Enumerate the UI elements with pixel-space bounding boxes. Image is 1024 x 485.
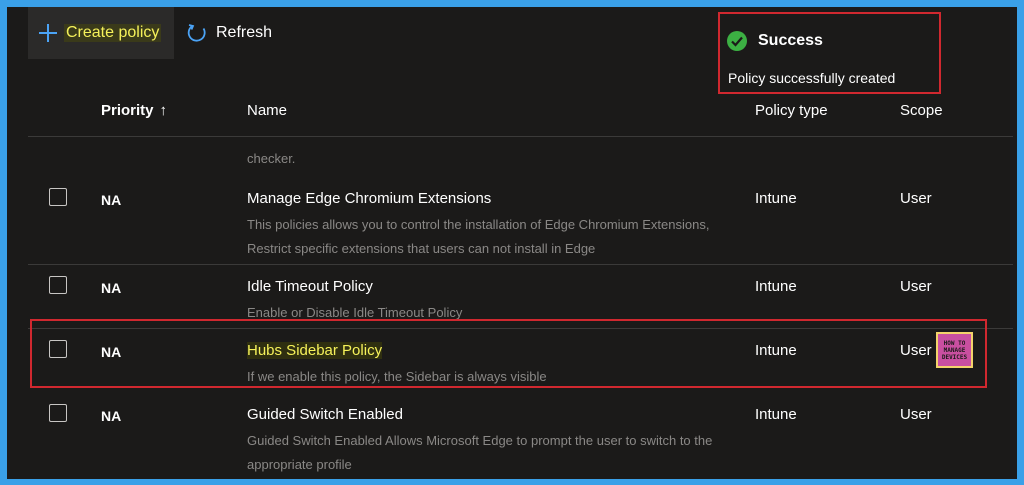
table-row[interactable]: NA Manage Edge Chromium Extensions This … xyxy=(28,177,1013,265)
row-name[interactable]: Manage Edge Chromium Extensions xyxy=(247,190,491,207)
plus-icon xyxy=(38,23,58,43)
toast-message: Policy successfully created xyxy=(728,70,896,86)
row-checkbox[interactable] xyxy=(49,276,67,294)
column-header-name[interactable]: Name xyxy=(247,102,287,119)
row-priority: NA xyxy=(101,192,122,208)
row-priority: NA xyxy=(101,408,122,424)
create-policy-button[interactable]: Create policy xyxy=(28,7,174,59)
logo-line: HOW TO xyxy=(943,339,966,347)
success-toast: Success Policy successfully created xyxy=(718,12,941,94)
logo-line: MANAGE xyxy=(943,346,966,354)
row-policy-type: Intune xyxy=(755,406,797,423)
column-header-policy-type[interactable]: Policy type xyxy=(755,102,828,119)
column-header-priority[interactable]: Priority ↑ xyxy=(101,102,167,119)
row-scope: User xyxy=(900,406,932,423)
row-priority: NA xyxy=(101,280,122,296)
table-header: Priority ↑ Name Policy type Scope xyxy=(28,87,1013,137)
row-name[interactable]: Idle Timeout Policy xyxy=(247,278,373,295)
row-description: This policies allows you to control the … xyxy=(247,217,710,256)
row-policy-type: Intune xyxy=(755,278,797,295)
row-scope: User xyxy=(900,190,932,207)
column-header-priority-label: Priority xyxy=(101,102,154,119)
refresh-label: Refresh xyxy=(216,24,273,41)
app-frame: Create policy Refresh Success Policy suc… xyxy=(7,7,1017,479)
toast-title: Success xyxy=(758,32,823,49)
truncated-description: checker. xyxy=(247,151,296,166)
row-policy-type: Intune xyxy=(755,190,797,207)
table-row[interactable]: NA Guided Switch Enabled Guided Switch E… xyxy=(28,393,1013,479)
create-policy-label: Create policy xyxy=(64,24,162,42)
column-header-scope[interactable]: Scope xyxy=(900,102,943,119)
row-checkbox[interactable] xyxy=(49,404,67,422)
success-check-icon xyxy=(727,31,747,51)
row-checkbox[interactable] xyxy=(49,188,67,206)
row-name[interactable]: Guided Switch Enabled xyxy=(247,406,403,423)
refresh-icon xyxy=(187,24,206,42)
howtomanagedevices-logo: HOW TO MANAGE DEVICES xyxy=(936,332,973,368)
refresh-button[interactable]: Refresh xyxy=(182,7,272,59)
logo-line: DEVICES xyxy=(941,353,968,361)
row-scope: User xyxy=(900,278,932,295)
row-description: Guided Switch Enabled Allows Microsoft E… xyxy=(247,433,713,472)
sort-ascending-icon: ↑ xyxy=(159,102,168,119)
highlighted-row-outline xyxy=(30,319,987,388)
